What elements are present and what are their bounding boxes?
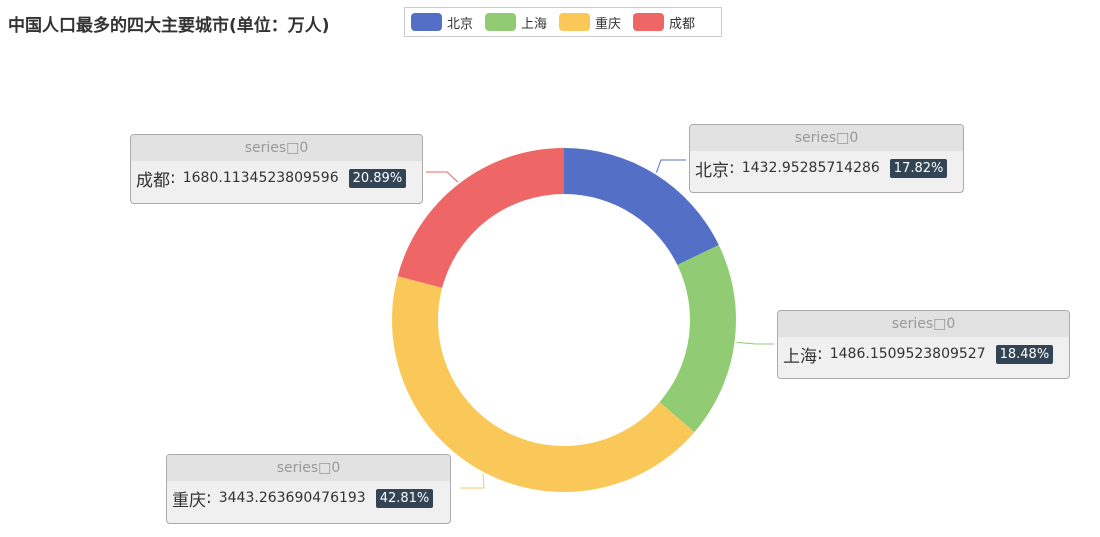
label-category: 重庆 [172, 490, 206, 511]
donut-slices [392, 148, 736, 492]
label-percent-badge: 17.82% [889, 158, 948, 178]
label-series-name: series□0 [167, 455, 450, 481]
leader-line-beijing [655, 159, 686, 173]
label-value: 1432.95285714286 [741, 160, 880, 176]
label-percent-badge: 20.89% [348, 168, 407, 188]
label-series-name: series□0 [690, 125, 963, 151]
slice-label-beijing: series□0 北京: 1432.95285714286 17.82% [689, 124, 964, 193]
donut-chart [392, 148, 774, 492]
label-percent-badge: 42.81% [375, 488, 434, 508]
leader-line-chongqing [460, 473, 485, 489]
slice-shanghai[interactable] [659, 244, 736, 433]
leader-line-shanghai [736, 341, 774, 345]
label-value: 1486.1509523809527 [829, 346, 986, 362]
label-series-name: series□0 [131, 135, 422, 161]
slice-label-shanghai: series□0 上海: 1486.1509523809527 18.48% [777, 310, 1070, 379]
label-category: 上海 [783, 346, 817, 367]
label-value: 3443.263690476193 [218, 490, 366, 506]
leader-line-chengdu [426, 171, 459, 183]
label-category: 成都 [136, 170, 170, 191]
label-percent-badge: 18.48% [995, 344, 1054, 364]
label-category: 北京 [695, 160, 729, 181]
slice-label-chongqing: series□0 重庆: 3443.263690476193 42.81% [166, 454, 451, 524]
label-value: 1680.1134523809596 [182, 170, 339, 186]
label-series-name: series□0 [778, 311, 1069, 337]
slice-label-chengdu: series□0 成都: 1680.1134523809596 20.89% [130, 134, 423, 204]
